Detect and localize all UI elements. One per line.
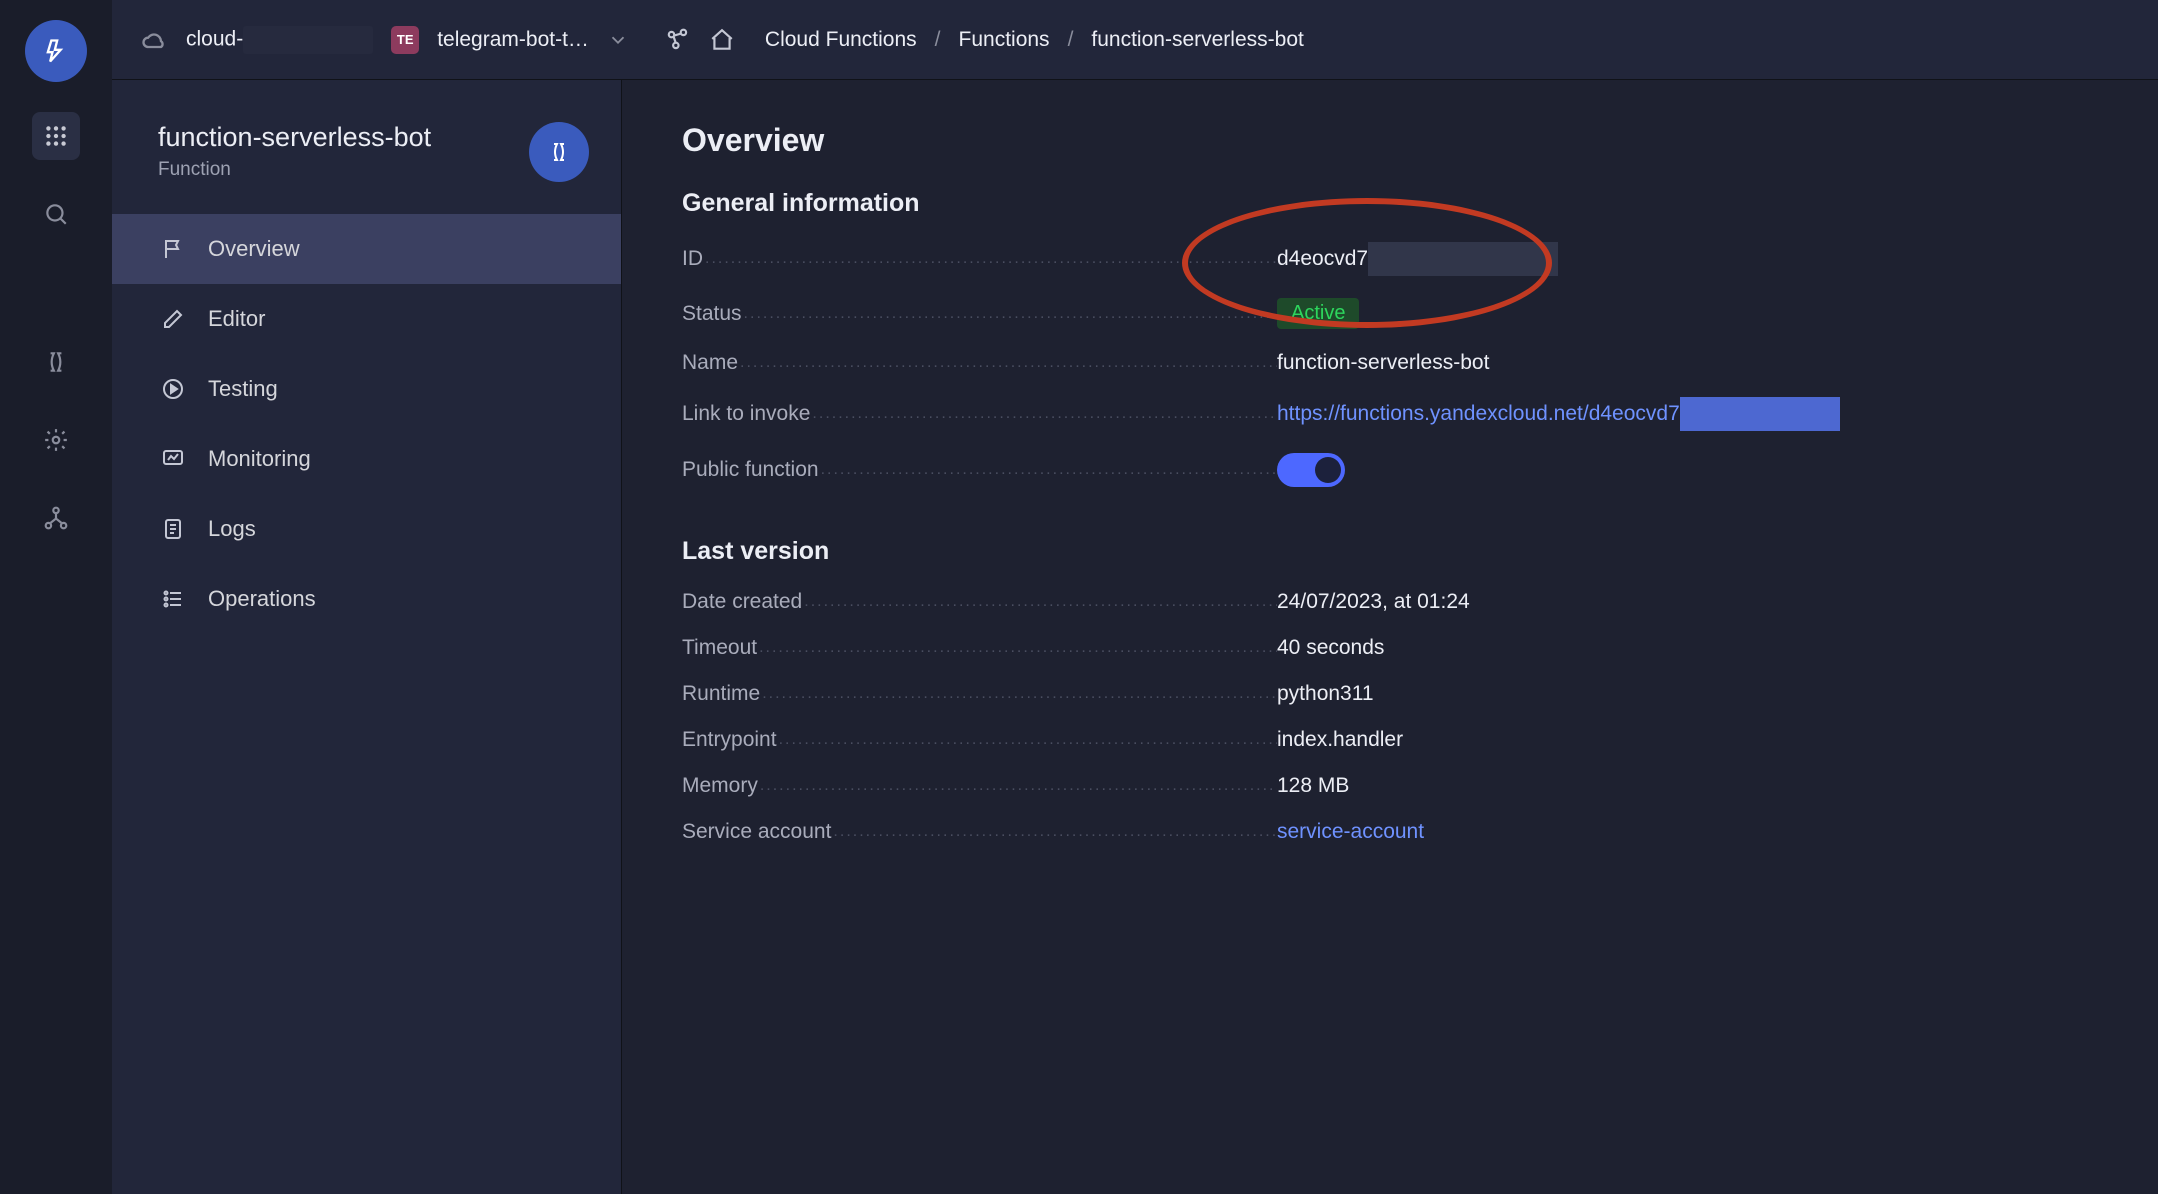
search-icon[interactable] xyxy=(32,190,80,238)
logs-icon xyxy=(158,517,188,541)
invoke-link-redacted xyxy=(1680,397,1840,431)
cloud-name-redacted xyxy=(243,26,373,54)
id-label: ID xyxy=(682,247,703,270)
name-value: function-serverless-bot xyxy=(1277,351,1489,375)
folder-selector[interactable]: telegram-bot-t… xyxy=(437,28,589,52)
function-badge-icon xyxy=(529,122,589,182)
row-link: Link to invoke https://functions.yandexc… xyxy=(682,397,2098,431)
list-icon xyxy=(158,587,188,611)
sidebar-item-label: Overview xyxy=(208,236,300,262)
timeout-label: Timeout xyxy=(682,636,757,659)
row-runtime: Runtime python311 xyxy=(682,682,2098,706)
row-date: Date created 24/07/2023, at 01:24 xyxy=(682,590,2098,614)
cloud-icon xyxy=(140,26,168,54)
row-timeout: Timeout 40 seconds xyxy=(682,636,2098,660)
row-status: Status Active xyxy=(682,298,2098,329)
name-label: Name xyxy=(682,351,738,374)
row-name: Name function-serverless-bot xyxy=(682,351,2098,375)
resource-sidebar: function-serverless-bot Function Overvie… xyxy=(112,80,622,1194)
timeout-value: 40 seconds xyxy=(1277,636,1384,660)
public-label: Public function xyxy=(682,458,819,481)
product-logo-icon[interactable] xyxy=(25,20,87,82)
play-icon xyxy=(158,377,188,401)
row-service-account: Service account service-account xyxy=(682,820,2098,844)
memory-label: Memory xyxy=(682,774,758,797)
sidebar-item-label: Operations xyxy=(208,586,316,612)
sidebar-item-label: Logs xyxy=(208,516,256,542)
runtime-label: Runtime xyxy=(682,682,760,705)
cloud-name: cloud- xyxy=(186,27,243,50)
breadcrumb-separator: / xyxy=(935,28,941,52)
entrypoint-value: index.handler xyxy=(1277,728,1403,752)
row-public: Public function xyxy=(682,453,2098,487)
cloud-selector[interactable]: cloud- xyxy=(186,26,373,54)
row-memory: Memory 128 MB xyxy=(682,774,2098,798)
gear-icon[interactable] xyxy=(32,416,80,464)
breadcrumb-current: function-serverless-bot xyxy=(1091,28,1303,52)
top-breadcrumb-bar: cloud- TE telegram-bot-t… Cloud Function… xyxy=(112,0,2158,80)
sidebar-item-logs[interactable]: Logs xyxy=(112,494,621,564)
general-info-heading: General information xyxy=(682,189,2098,218)
breadcrumb-separator: / xyxy=(1068,28,1074,52)
row-entrypoint: Entrypoint index.handler xyxy=(682,728,2098,752)
functions-icon[interactable] xyxy=(32,338,80,386)
apps-grid-icon[interactable] xyxy=(32,112,80,160)
row-id: ID d4eocvd7 xyxy=(682,242,2098,276)
sidebar-item-editor[interactable]: Editor xyxy=(112,284,621,354)
sidebar-item-label: Monitoring xyxy=(208,446,311,472)
edit-icon xyxy=(158,307,188,331)
last-version-heading: Last version xyxy=(682,537,2098,566)
main-content: Overview General information ID d4eocvd7… xyxy=(622,80,2158,1194)
date-value: 24/07/2023, at 01:24 xyxy=(1277,590,1470,614)
link-label: Link to invoke xyxy=(682,402,810,425)
network-icon[interactable] xyxy=(32,494,80,542)
id-value: d4eocvd7 xyxy=(1277,247,1368,271)
id-value-redacted xyxy=(1368,242,1558,276)
invoke-link[interactable]: https://functions.yandexcloud.net/d4eocv… xyxy=(1277,402,1680,426)
public-toggle[interactable] xyxy=(1277,453,1345,487)
status-badge: Active xyxy=(1277,298,1359,329)
sidebar-item-label: Editor xyxy=(208,306,265,332)
chevron-down-icon[interactable] xyxy=(607,29,629,51)
sidebar-item-label: Testing xyxy=(208,376,278,402)
breadcrumb-section[interactable]: Functions xyxy=(959,28,1050,52)
icon-rail xyxy=(0,0,112,1194)
page-title: Overview xyxy=(682,122,2098,159)
sidebar-item-monitoring[interactable]: Monitoring xyxy=(112,424,621,494)
entrypoint-label: Entrypoint xyxy=(682,728,777,751)
service-account-link[interactable]: service-account xyxy=(1277,820,1424,844)
sidebar-item-operations[interactable]: Operations xyxy=(112,564,621,634)
breadcrumb-service[interactable]: Cloud Functions xyxy=(765,28,917,52)
sidebar-item-overview[interactable]: Overview xyxy=(112,214,621,284)
status-label: Status xyxy=(682,302,742,325)
sidebar-item-testing[interactable]: Testing xyxy=(112,354,621,424)
memory-value: 128 MB xyxy=(1277,774,1349,798)
date-label: Date created xyxy=(682,590,802,613)
home-icon[interactable] xyxy=(709,27,735,53)
flag-icon xyxy=(158,237,188,261)
runtime-value: python311 xyxy=(1277,682,1374,706)
sa-label: Service account xyxy=(682,820,831,843)
resources-icon[interactable] xyxy=(665,27,691,53)
folder-badge: TE xyxy=(391,26,419,54)
resource-type: Function xyxy=(158,159,511,181)
resource-title: function-serverless-bot xyxy=(158,122,511,153)
monitor-icon xyxy=(158,447,188,471)
